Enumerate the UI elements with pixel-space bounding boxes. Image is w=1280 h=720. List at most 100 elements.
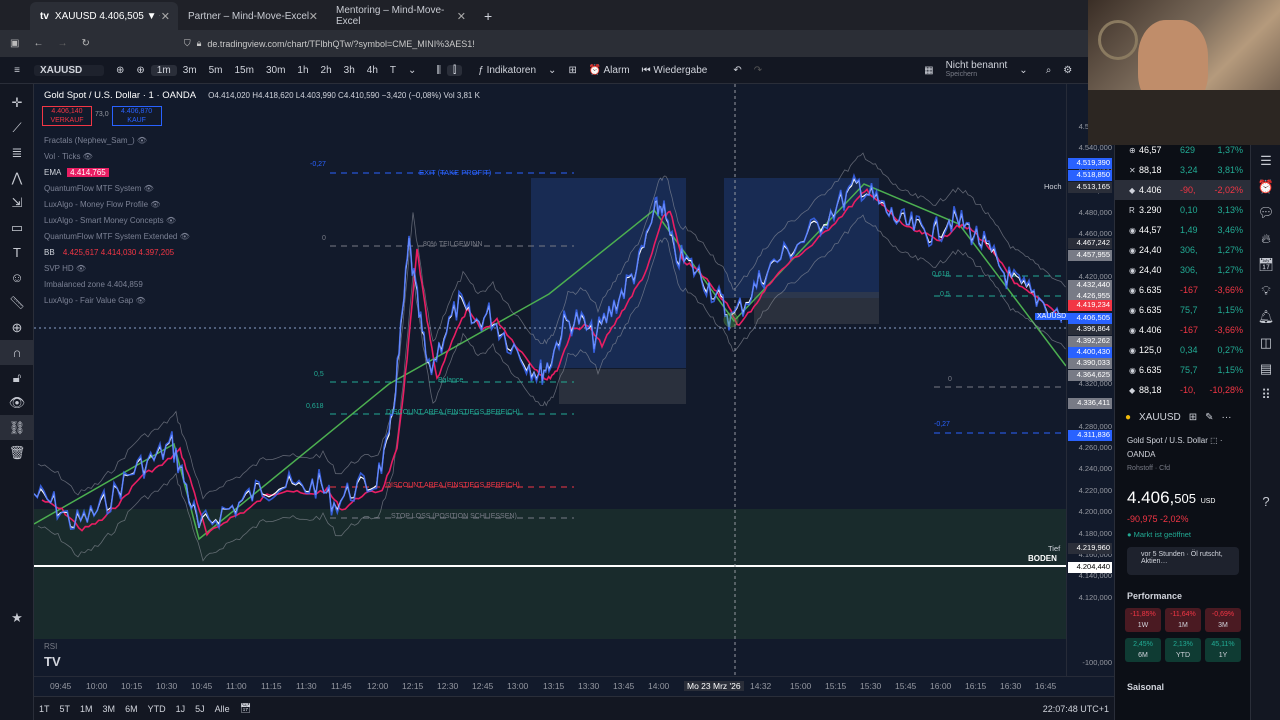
details-edit-icon[interactable]: ✎ — [1205, 412, 1213, 423]
ruler-icon[interactable]: 📏︎ — [0, 290, 34, 315]
browser-tab[interactable]: tv XAUUSD 4.406,505 ▼ −2,02% (unbe… ✕ — [30, 2, 178, 30]
lock-drawings-icon[interactable]: 🔓︎ — [0, 365, 34, 390]
interval-1h[interactable]: 1h — [291, 65, 314, 76]
interval-15m[interactable]: 15m — [229, 65, 260, 76]
layouts-icon[interactable]: ⊞ — [562, 65, 582, 76]
reload-icon[interactable]: ↻ — [81, 38, 89, 49]
range-1d[interactable]: 1T — [34, 704, 55, 714]
watchlist-row[interactable]: ◆ 4.406 -90, -2,02% — [1115, 180, 1251, 200]
watchlist-row[interactable]: ◉ 24,40 306, 1,27% — [1115, 260, 1251, 280]
sidebar-toggle-icon[interactable]: ▣ — [10, 38, 19, 49]
url-text[interactable]: de.tradingview.com/chart/TFlbhQTw/?symbo… — [207, 39, 474, 49]
range-ytd[interactable]: YTD — [143, 704, 171, 714]
range-3m[interactable]: 3M — [98, 704, 121, 714]
performance-cell[interactable]: 2,13% YTD — [1165, 638, 1201, 662]
watchlist-icon[interactable]: ☰ — [1251, 148, 1280, 174]
sell-button[interactable]: 4.406,140 VERKAUF — [42, 106, 92, 126]
interval-3h[interactable]: 3h — [338, 65, 361, 76]
ideas-icon[interactable]: 💡︎ — [1251, 278, 1280, 304]
help-icon[interactable]: ? — [1251, 488, 1280, 514]
redo-icon[interactable]: ↷ — [748, 65, 768, 76]
range-5d[interactable]: 5T — [55, 704, 76, 714]
price-axis[interactable]: 4.560,0004.540,0004.520,0004.500,0004.48… — [1035, 84, 1114, 696]
data-window-icon[interactable]: ▤ — [1251, 356, 1280, 382]
replay-button[interactable]: ⏮ Wiedergabe — [636, 65, 714, 76]
watchlist-row[interactable]: ◉ 24,40 306, 1,27% — [1115, 240, 1251, 260]
notifications-icon[interactable]: 🔔︎ — [1251, 304, 1280, 330]
magnet-icon[interactable]: ∩ — [0, 340, 34, 365]
range-1y[interactable]: 1J — [171, 704, 191, 714]
object-tree-icon[interactable]: ★ — [0, 605, 34, 630]
layout-dropdown-icon[interactable]: ⌄ — [1013, 65, 1033, 76]
watchlist-row[interactable]: ◉ 4.406 -167 -3,66% — [1115, 320, 1251, 340]
interval-3m[interactable]: 3m — [177, 65, 203, 76]
close-tab-icon[interactable]: ✕ — [161, 10, 170, 23]
details-more-icon[interactable]: ··· — [1222, 412, 1232, 423]
undo-icon[interactable]: ↶ — [727, 65, 747, 76]
indicator-fvg[interactable]: LuxAlgo - Fair Value Gap 👁︎ — [44, 296, 146, 305]
fib-retracement-icon[interactable]: ≣ — [0, 140, 34, 165]
browser-tab[interactable]: Mentoring – Mind-Move-Excel ✕ — [326, 2, 474, 30]
back-icon[interactable]: ← — [33, 38, 43, 49]
performance-cell[interactable]: -0,69% 3M — [1205, 608, 1241, 632]
clock-label[interactable]: 22:07:48 UTC+1 — [1038, 704, 1114, 714]
settings-icon[interactable]: ⚙ — [1057, 65, 1078, 76]
chart-canvas[interactable] — [34, 84, 1066, 676]
trend-line-icon[interactable]: ⟋ — [0, 115, 34, 140]
geometric-shapes-icon[interactable]: ▭ — [0, 215, 34, 240]
interval-30m[interactable]: 30m — [260, 65, 291, 76]
indicator-templates-icon[interactable]: ⌄ — [542, 65, 562, 76]
bar-style-icon[interactable]: ⫼ — [430, 65, 447, 76]
performance-cell[interactable]: -11,85% 1W — [1125, 608, 1161, 632]
apps-icon[interactable]: ⠿ — [1251, 382, 1280, 408]
site-info-icon[interactable]: ⛉ — [184, 38, 191, 49]
watchlist-row[interactable]: ◉ 125,0 0,34 0,27% — [1115, 340, 1251, 360]
watchlist-row[interactable]: ◉ 6.635 -167 -3,66% — [1115, 280, 1251, 300]
layout-name-button[interactable]: Nicht benannt Speichern — [940, 61, 1014, 79]
indicator-smc[interactable]: LuxAlgo - Smart Money Concepts 👁︎ — [44, 216, 176, 225]
time-axis[interactable]: 09:45 10:00 10:15 10:30 10:45 11:00 11:15 11:30… — [34, 676, 1114, 696]
add-symbol-icon[interactable]: ⊕ — [130, 65, 150, 76]
compare-icon[interactable]: ⊕ — [110, 65, 130, 76]
link-icon[interactable]: ⛓︎ — [0, 415, 34, 440]
candles-icon[interactable]: ⫿ — [447, 64, 463, 76]
icons-emoji-icon[interactable]: ☺ — [0, 265, 34, 290]
indicator-ema[interactable]: EMA 4.414,765 — [44, 168, 109, 177]
indicator-bb[interactable]: BB 4.425,617 4.414,030 4.397,205 — [44, 248, 174, 257]
indicators-button[interactable]: ƒ Indikatoren — [472, 65, 542, 76]
indicator-quantumflow-ext[interactable]: QuantumFlow MTF System Extended 👁︎ — [44, 232, 190, 241]
interval-5m[interactable]: 5m — [203, 65, 229, 76]
crosshair-icon[interactable]: ✛ — [0, 90, 34, 115]
symbol-search[interactable]: XAUUSD — [34, 64, 104, 76]
alarm-button[interactable]: ⏰ Alarm — [583, 65, 636, 76]
watchlist-row[interactable]: ◉ 6.635 75,7 1,15% — [1115, 300, 1251, 320]
range-5y[interactable]: 5J — [190, 704, 210, 714]
close-tab-icon[interactable]: ✕ — [309, 10, 318, 23]
range-1m[interactable]: 1M — [75, 704, 98, 714]
range-all[interactable]: Alle — [210, 704, 235, 714]
interval-2h[interactable]: 2h — [315, 65, 338, 76]
hotlist-icon[interactable]: 🔥︎ — [1251, 226, 1280, 252]
browser-tab[interactable]: Partner – Mind-Move-Excel ✕ — [178, 2, 326, 30]
trash-icon[interactable]: 🗑︎ — [0, 440, 34, 465]
menu-icon[interactable]: ≡ — [0, 65, 34, 76]
indicator-vol[interactable]: Vol · Ticks 👁︎ — [44, 152, 93, 161]
indicator-imbalance[interactable]: Imbalanced zone 4.404,859 — [44, 280, 143, 289]
performance-cell[interactable]: 2,45% 6M — [1125, 638, 1161, 662]
performance-cell[interactable]: 45,11% 1Y — [1205, 638, 1241, 662]
pattern-icon[interactable]: ⋀ — [0, 165, 34, 190]
calendar-icon[interactable]: 📅︎ — [1251, 252, 1280, 278]
indicator-quantumflow[interactable]: QuantumFlow MTF System 👁︎ — [44, 184, 154, 193]
indicator-fractals[interactable]: Fractals (Nephew_Sam_) 👁︎ — [44, 136, 147, 145]
interval-dropdown-icon[interactable]: ⌄ — [402, 65, 422, 76]
indicator-svp[interactable]: SVP HD 👁︎ — [44, 264, 86, 273]
text-icon[interactable]: T — [0, 240, 34, 265]
layout-grid-icon[interactable]: ▦ — [918, 65, 939, 76]
quick-search-icon[interactable]: ⌕ — [1040, 65, 1058, 76]
performance-cell[interactable]: -11,64% 1M — [1165, 608, 1201, 632]
close-tab-icon[interactable]: ✕ — [457, 10, 466, 23]
alerts-icon[interactable]: ⏰ — [1251, 174, 1280, 200]
hide-drawings-icon[interactable]: 👁︎ — [0, 390, 34, 415]
interval-t[interactable]: T — [384, 65, 402, 76]
zoom-icon[interactable]: ⊕ — [0, 315, 34, 340]
